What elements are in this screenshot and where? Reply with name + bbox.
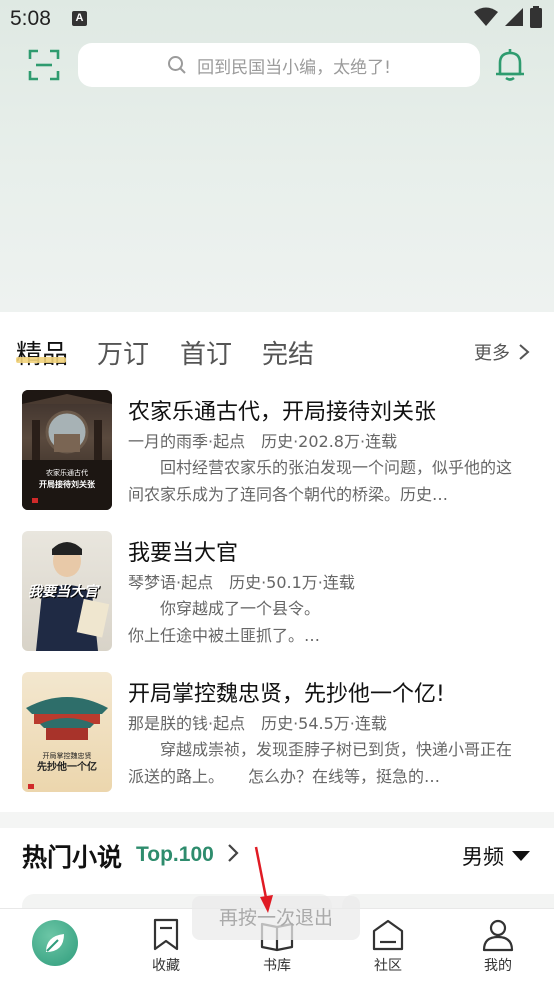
book-cover: 农家乐通古代 开局接待刘关张 <box>22 390 112 510</box>
active-tab-indicator <box>16 357 66 363</box>
search-placeholder: 回到民国当小编，太绝了! <box>197 57 391 78</box>
status-bar: 5:08 A <box>0 0 554 36</box>
book-title: 开局掌控魏忠贤，先抄他一个亿! <box>128 682 445 707</box>
status-time: 5:08 <box>10 7 51 30</box>
book-meta: 那是朕的钱·起点 历史·54.5万·连载 <box>128 714 387 733</box>
home-leaf-icon <box>46 934 64 952</box>
chevron-right-icon <box>519 344 530 360</box>
book-meta: 琴梦语·起点 历史·50.1万·连载 <box>128 573 355 592</box>
tab-jingpin[interactable]: 精品 <box>16 334 68 371</box>
caret-down-icon <box>512 851 530 861</box>
search-bar[interactable]: 回到民国当小编，太绝了! <box>78 43 480 87</box>
notification-icon: A <box>72 11 87 26</box>
cover-art <box>26 697 108 789</box>
book-item[interactable]: 我要当大官 我要当大官 琴梦语·起点 历史·50.1万·连载 你穿越成了一个县令… <box>0 531 554 671</box>
nav-label: 收藏 <box>152 958 180 974</box>
scan-icon <box>28 49 60 81</box>
cover-title-3: 开局掌控魏忠贤 先抄他一个亿 <box>37 752 97 773</box>
top100-link[interactable]: Top.100 <box>136 843 214 867</box>
annotation-arrow-icon <box>254 846 273 913</box>
wifi-icon <box>474 7 498 26</box>
cover-art <box>22 390 112 510</box>
more-link[interactable]: 更多 <box>474 339 530 365</box>
tab-wanjie[interactable]: 完结 <box>262 334 314 371</box>
bell-icon <box>496 49 524 81</box>
book-item[interactable]: 开局掌控魏忠贤 先抄他一个亿 开局掌控魏忠贤，先抄他一个亿! 那是朕的钱·起点 … <box>0 672 554 812</box>
book-description: 你穿越成了一个县令。 你上任途中被土匪抓了。… <box>128 599 321 645</box>
book-title: 农家乐通古代，开局接待刘关张 <box>128 400 437 425</box>
tab-wanding[interactable]: 万订 <box>97 334 149 371</box>
category-tabs: 精品 万订 首订 完结 更多 <box>0 312 554 382</box>
bookmark-icon <box>153 918 179 951</box>
book-description: 穿越成崇祯，发现歪脖子树已到货，快递小哥正在派送的路上。 怎么办？在线等，挺急的… <box>128 740 513 786</box>
hot-novels-title: 热门小说 <box>22 843 123 872</box>
cover-title-2: 我要当大官 <box>28 584 98 600</box>
nav-label: 社区 <box>374 958 402 974</box>
battery-icon <box>530 6 542 28</box>
profile-icon <box>482 919 514 952</box>
scan-button[interactable] <box>28 49 60 81</box>
more-label: 更多 <box>474 343 510 364</box>
book-cover: 开局掌控魏忠贤 先抄他一个亿 <box>22 672 112 792</box>
chevron-right-icon[interactable] <box>226 842 240 864</box>
book-cover: 我要当大官 <box>22 531 112 651</box>
book-meta: 一月的雨季·起点 历史·202.8万·连载 <box>128 432 398 451</box>
tab-shouding[interactable]: 首订 <box>180 334 232 371</box>
nav-label: 我的 <box>484 958 512 974</box>
notification-bell-button[interactable] <box>494 48 526 82</box>
book-title: 我要当大官 <box>128 541 239 566</box>
signal-icon <box>505 8 523 26</box>
cover-title-1: 农家乐通古代 开局接待刘关张 <box>39 469 95 489</box>
search-icon <box>168 56 186 74</box>
community-icon <box>372 919 404 951</box>
nav-profile[interactable]: 我的 <box>448 909 548 984</box>
status-icons <box>474 6 542 28</box>
nav-label: 书库 <box>263 958 291 974</box>
nav-home[interactable] <box>32 920 78 966</box>
section-divider <box>0 812 554 828</box>
gender-label: 男频 <box>462 845 504 869</box>
book-item[interactable]: 农家乐通古代 开局接待刘关张 农家乐通古代，开局接待刘关张 一月的雨季·起点 历… <box>0 390 554 530</box>
gender-select[interactable]: 男频 <box>462 841 530 871</box>
book-description: 回村经营农家乐的张泊发现一个问题，似乎他的这间农家乐成为了连同各个朝代的桥梁。历… <box>128 458 513 504</box>
